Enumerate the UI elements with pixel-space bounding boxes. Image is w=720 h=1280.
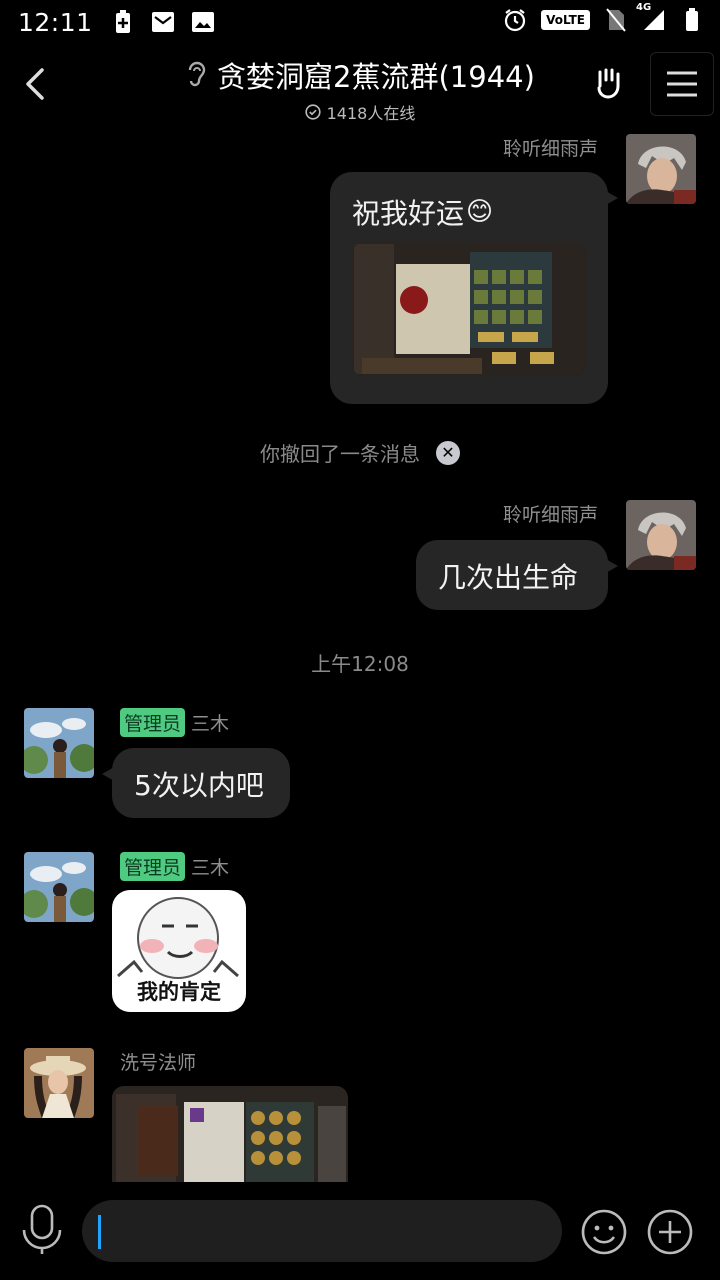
- message-bubble[interactable]: 祝我好运 😊: [330, 172, 618, 404]
- avatar[interactable]: [24, 1048, 94, 1118]
- message-input[interactable]: [82, 1200, 562, 1262]
- no-sim-icon: [604, 8, 628, 32]
- signal-4g-icon: 4G: [636, 2, 666, 32]
- ear-icon: [185, 58, 207, 92]
- network-label: 4G: [636, 2, 652, 13]
- chat-message-list[interactable]: 聆听细雨声 祝我好运 😊 你撤回了一条消息 ✕ 聆听细雨声 几次出生命 上午12…: [0, 128, 720, 1182]
- message-text: 祝我好运: [352, 197, 465, 230]
- recalled-notice: 你撤回了一条消息 ✕: [260, 438, 460, 467]
- more-button[interactable]: [646, 1208, 694, 1256]
- status-bar: 12:11 VoLTE 4G: [0, 0, 720, 44]
- avatar[interactable]: [24, 852, 94, 922]
- mail-icon: [151, 10, 175, 34]
- admin-badge: 管理员: [120, 708, 186, 737]
- game-screenshot-image[interactable]: [352, 242, 586, 376]
- emoji-button[interactable]: [580, 1208, 628, 1256]
- hand-rock-icon: [597, 68, 620, 99]
- check-circle-icon: [305, 104, 321, 120]
- volte-badge: VoLTE: [541, 10, 590, 30]
- sender-name: 聆听细雨声: [502, 504, 598, 526]
- smile-emoji-icon: 😊: [466, 197, 494, 227]
- battery-icon: [680, 8, 704, 32]
- image-icon: [191, 10, 215, 34]
- microphone-icon: [22, 1204, 62, 1254]
- message-text: 几次出生命: [438, 561, 579, 594]
- avatar[interactable]: [626, 500, 696, 570]
- message-bubble[interactable]: 5次以内吧: [102, 748, 290, 818]
- sticker-caption: 我的肯定: [137, 980, 221, 1004]
- group-title[interactable]: 贪婪洞窟2蕉流群(1944): [217, 54, 535, 96]
- timestamp: 上午12:08: [311, 652, 409, 676]
- sender-name: 聆听细雨声: [502, 138, 598, 160]
- online-count: 1418人在线: [305, 100, 416, 124]
- input-bar: [0, 1182, 720, 1280]
- admin-badge: 管理员: [120, 852, 186, 881]
- hamburger-menu-icon: [667, 71, 697, 97]
- recalled-text: 你撤回了一条消息: [260, 442, 420, 466]
- sender-name: 三木: [191, 857, 230, 879]
- hand-rock-button[interactable]: [592, 66, 632, 106]
- battery-saver-icon: [111, 10, 135, 34]
- dismiss-x-icon[interactable]: ✕: [436, 440, 460, 465]
- online-text: 1418人在线: [326, 104, 416, 123]
- avatar[interactable]: [24, 708, 94, 778]
- text-caret: [98, 1215, 101, 1249]
- alarm-icon: [503, 8, 527, 32]
- chat-header: 贪婪洞窟2蕉流群(1944) 1418人在线: [0, 44, 720, 128]
- menu-button[interactable]: [650, 52, 714, 116]
- status-time: 12:11: [18, 7, 93, 37]
- smiley-icon: [581, 1209, 627, 1255]
- sender-name: 洗号法师: [120, 1052, 197, 1074]
- sticker-image[interactable]: 我的肯定: [112, 890, 246, 1012]
- avatar[interactable]: [626, 134, 696, 204]
- message-text: 5次以内吧: [134, 769, 264, 802]
- message-bubble[interactable]: 几次出生命: [416, 540, 618, 610]
- sender-name: 三木: [191, 713, 230, 735]
- plus-circle-icon: [647, 1209, 693, 1255]
- game-screenshot-image[interactable]: [112, 1086, 348, 1182]
- voice-button[interactable]: [20, 1204, 64, 1256]
